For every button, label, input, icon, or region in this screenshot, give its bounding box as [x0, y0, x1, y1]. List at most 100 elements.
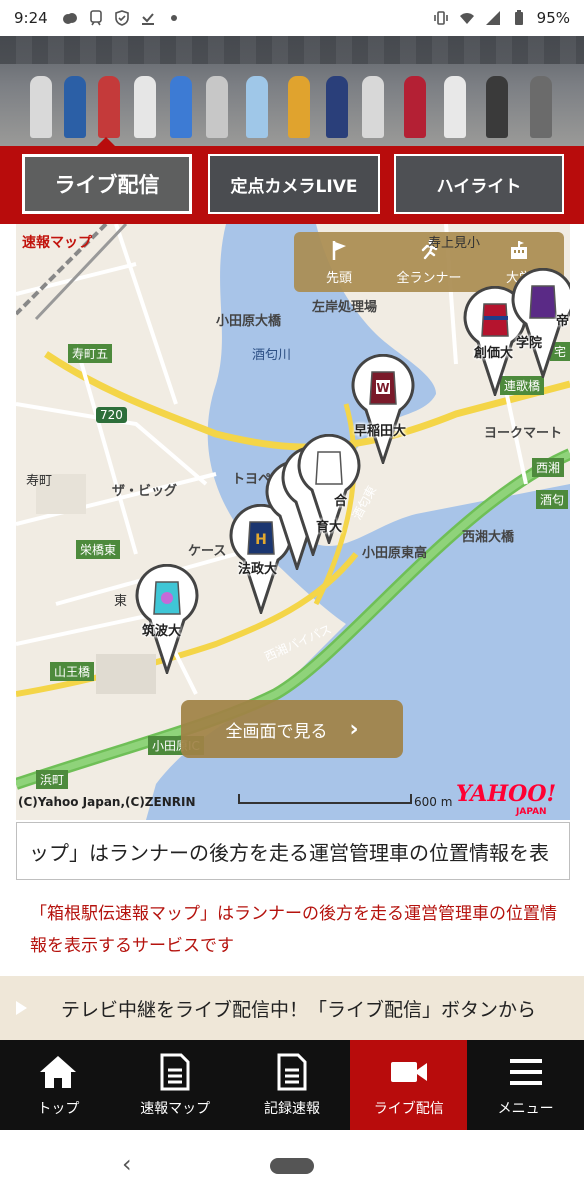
nav-top-label: トップ — [37, 1101, 80, 1117]
hero-runner — [486, 76, 508, 138]
tab-fixed-camera-live[interactable]: 定点カメラLIVE — [208, 154, 380, 214]
hero-runner — [98, 76, 120, 138]
map-label: 小田原東高 — [362, 546, 428, 561]
map-copyright: (C)Yahoo Japan,(C)ZENRIN — [18, 795, 196, 809]
nav-record[interactable]: 記録速報 — [234, 1040, 351, 1130]
map-label: 酒匂 — [536, 490, 569, 509]
pin-label-teikyo: 帝 — [556, 314, 570, 329]
map-label: 左岸処理場 — [312, 300, 378, 315]
map-label: 栄橋東 — [76, 540, 121, 559]
video-icon — [390, 1062, 427, 1082]
nav-top[interactable]: トップ — [0, 1040, 117, 1130]
nav-record-label: 記録速報 — [263, 1101, 320, 1117]
map-description: 「箱根駅伝速報マップ」はランナーの後方を走る運営管理車の位置情報を表示するサービ… — [30, 904, 557, 956]
weather-icon — [62, 13, 77, 24]
hero-runner — [30, 76, 52, 138]
map-label: ケース — [188, 544, 227, 559]
filter-all-runners-label: 全ランナー — [396, 271, 462, 286]
hero-runner — [530, 76, 552, 138]
wifi-icon — [459, 13, 474, 24]
back-chevron-icon[interactable]: ‹ — [122, 1150, 132, 1178]
fullscreen-label: 全画面で見る — [225, 721, 328, 742]
map-scale-label: 600 m — [414, 795, 453, 809]
hero-runner — [288, 76, 310, 138]
map-label: 合 — [334, 494, 348, 509]
map-label: 西湘大橋 — [462, 530, 515, 545]
map-title: 速報マップ — [22, 235, 92, 251]
map-info-ticker: ップ」はランナーの後方を走る運営管理車の位置情報を表 — [16, 822, 570, 880]
home-icon — [40, 1056, 77, 1088]
fullscreen-button[interactable]: 全画面で見る › — [181, 700, 403, 758]
map-scale-bar — [238, 794, 412, 804]
pin-label-gakuin: 学院 — [516, 336, 543, 351]
pin-label-pack: 育大 — [316, 520, 343, 535]
route-shield: 720 — [96, 407, 127, 423]
map-label: 寿町五 — [68, 344, 113, 363]
download-icon — [141, 13, 154, 25]
pin-label-tsukuba: 筑波大 — [142, 624, 182, 639]
tab-bar: ライブ配信 定点カメラLIVE ハイライト — [0, 146, 584, 224]
hero-runner — [134, 76, 156, 138]
hero-runner — [444, 76, 466, 138]
dot-icon — [170, 15, 177, 21]
map-label: ザ・ビッグ — [112, 484, 178, 499]
nav-menu-label: メニュー — [497, 1101, 554, 1117]
hero-runner — [64, 76, 86, 138]
svg-text:JAPAN: JAPAN — [515, 807, 547, 817]
vibrate-icon — [433, 11, 448, 25]
nav-sokuho-map-label: 速報マップ — [140, 1101, 211, 1117]
map-label: 浜町 — [36, 770, 69, 789]
map-label: ヨークマート — [484, 426, 563, 441]
menu-icon — [509, 1059, 542, 1085]
play-icon — [16, 1001, 27, 1015]
ticker-text: ップ」はランナーの後方を走る運営管理車の位置情報を表 — [29, 840, 549, 865]
map-label: 東 — [114, 594, 128, 609]
system-nav-bar: ‹ — [0, 1130, 584, 1200]
hero-runner — [404, 76, 426, 138]
hero-runner — [326, 76, 348, 138]
hero-crowd — [0, 36, 584, 64]
map-label: 西湘 — [532, 458, 565, 477]
pin-waseda[interactable]: W — [350, 354, 416, 464]
pin-tsukuba[interactable] — [134, 564, 200, 674]
document-icon — [160, 1053, 190, 1091]
map-label: 山王橋 — [50, 662, 95, 681]
nav-live[interactable]: ライブ配信 — [350, 1040, 468, 1130]
pin-label-soka: 創価大 — [474, 346, 514, 361]
map-label: 小田原大橋 — [216, 314, 282, 329]
hero-runner — [362, 76, 384, 138]
hero-runner — [170, 76, 192, 138]
map-label: 寿町 — [26, 474, 53, 489]
nav-sokuho-map[interactable]: 速報マップ — [117, 1040, 234, 1130]
chevron-right-icon: › — [349, 716, 359, 742]
filter-leader[interactable]: 先頭 — [294, 232, 384, 292]
hero-race-photo — [0, 36, 584, 146]
pin-label-waseda: 早稲田大 — [354, 424, 407, 439]
nav-live-label: ライブ配信 — [373, 1101, 444, 1117]
svg-text:YAHOO!: YAHOO! — [456, 781, 556, 807]
signal-icon — [485, 11, 500, 25]
live-banner-text: テレビ中継をライブ配信中！「ライブ配信」ボタンから — [61, 998, 537, 1021]
map-label: 寿上見小 — [428, 236, 481, 251]
university-icon — [511, 241, 527, 259]
live-banner[interactable]: テレビ中継をライブ配信中！「ライブ配信」ボタンから — [0, 976, 584, 1040]
tab-live[interactable]: ライブ配信 — [22, 154, 192, 214]
yahoo-japan-logo: YAHOO! JAPAN — [456, 781, 556, 817]
status-bar: 9:24 95% — [0, 0, 584, 36]
train-icon — [89, 10, 102, 26]
record-icon — [277, 1053, 307, 1091]
battery-icon — [514, 10, 523, 25]
home-pill-icon[interactable] — [270, 1158, 314, 1174]
flag-icon — [332, 241, 346, 260]
status-time: 9:24 — [14, 9, 48, 27]
tab-highlight[interactable]: ハイライト — [394, 154, 564, 214]
shield-icon — [114, 10, 129, 26]
filter-leader-label: 先頭 — [325, 271, 352, 286]
battery-level: 95% — [536, 9, 570, 27]
svg-text:W: W — [376, 381, 389, 395]
bottom-nav: トップ 速報マップ 記録速報 ライブ配信 メニュー — [0, 1040, 584, 1130]
hero-runner — [246, 76, 268, 138]
map-label: 酒匂川 — [252, 348, 292, 363]
sokuho-map[interactable]: 速報マップ 先頭 全ランナー 大学 小田原大橋 酒匂川 左岸処理場 寿上見小 寿… — [16, 224, 570, 820]
nav-menu[interactable]: メニュー — [467, 1040, 584, 1130]
